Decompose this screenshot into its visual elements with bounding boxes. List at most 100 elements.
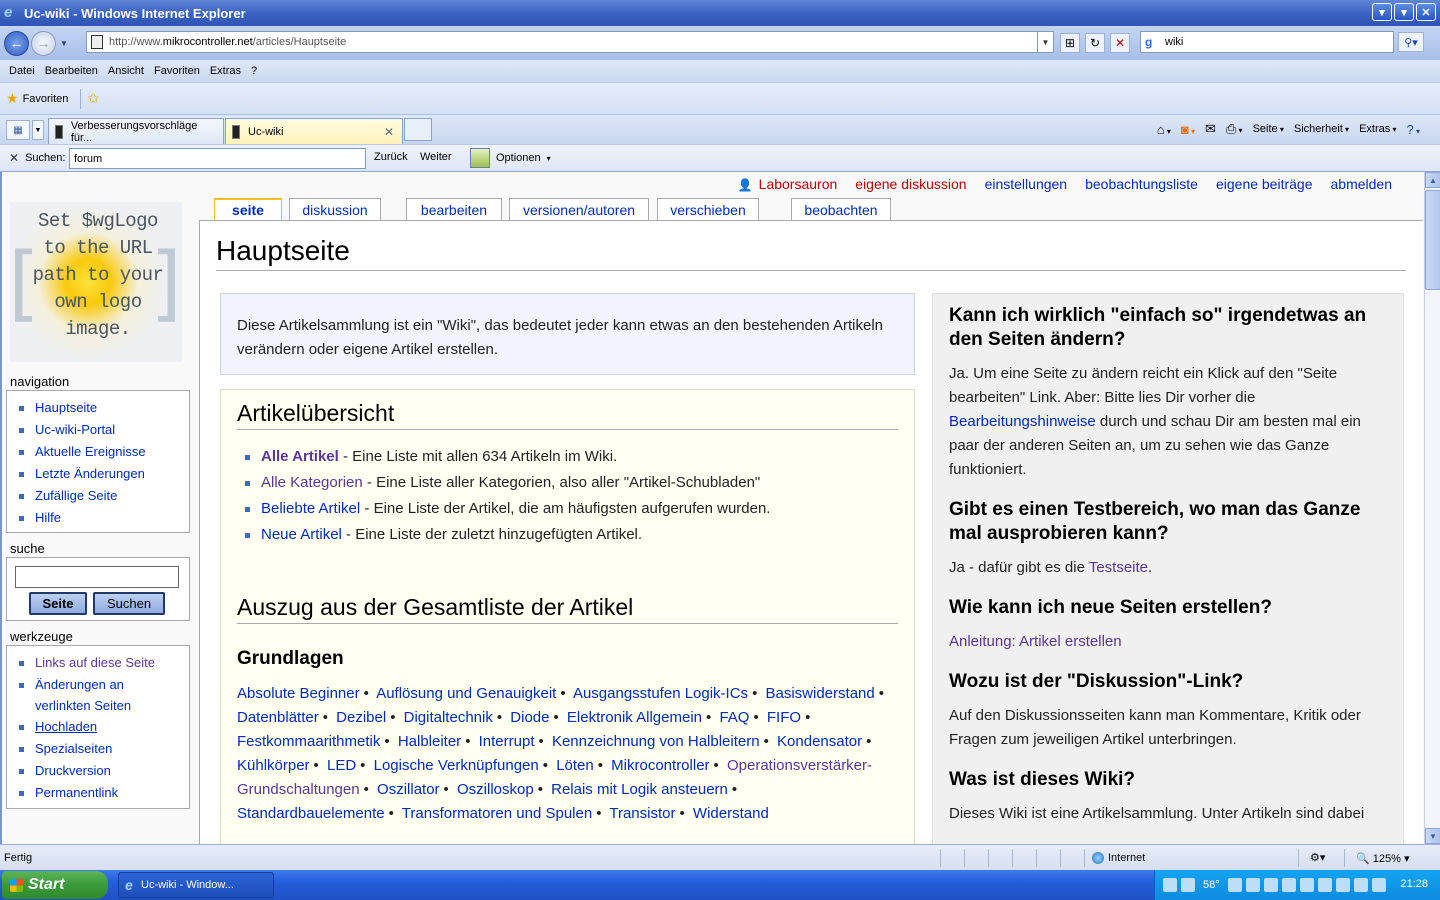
tray-icon[interactable] (1163, 878, 1177, 892)
zoom-level[interactable]: 🔍 125% ▾ (1356, 852, 1409, 865)
minimize-button[interactable]: ▾ (1372, 3, 1392, 21)
maximize-button[interactable]: ▾ (1394, 3, 1414, 21)
tray-icon[interactable] (1181, 878, 1195, 892)
article-link[interactable]: Basiswiderstand (766, 685, 875, 702)
security-menu[interactable]: Sicherheit (1294, 123, 1349, 135)
article-link[interactable]: Relais mit Logik ansteuern (551, 781, 728, 798)
favorites-button[interactable]: Favoriten (23, 93, 69, 105)
refresh-icon[interactable]: ↻ (1085, 33, 1105, 53)
scroll-thumb[interactable] (1425, 190, 1440, 290)
protected-mode-icon[interactable]: ⚙▾ (1310, 851, 1325, 864)
tab-diskussion[interactable]: diskussion (289, 198, 381, 220)
article-link[interactable]: Diode (510, 709, 549, 726)
article-link[interactable]: Datenblätter (237, 709, 319, 726)
tray-icon[interactable] (1335, 878, 1350, 892)
tab-bearbeiten[interactable]: bearbeiten (406, 198, 502, 220)
address-dropdown-icon[interactable]: ▼ (1037, 32, 1053, 52)
print-icon[interactable]: ⎙ (1226, 121, 1243, 137)
nav-aktuelle-ereignisse[interactable]: Aktuelle Ereignisse (19, 441, 189, 463)
editing-hints-link[interactable]: Bearbeitungshinweise (949, 413, 1096, 430)
article-link[interactable]: Widerstand (693, 805, 769, 822)
article-link[interactable]: LED (327, 757, 356, 774)
tool-print[interactable]: Druckversion (19, 760, 189, 782)
tab-verbesserungsvorschlaege[interactable]: Verbesserungsvorschläge für... (48, 118, 224, 145)
nav-portal[interactable]: Uc-wiki-Portal (19, 419, 189, 441)
stop-icon[interactable]: ✕ (1110, 33, 1130, 53)
tool-permalink[interactable]: Permanentlink (19, 782, 189, 804)
article-link[interactable]: Interrupt (479, 733, 535, 750)
security-zone[interactable]: Internet (1092, 852, 1145, 864)
find-next-button[interactable]: Weiter (420, 151, 452, 163)
feeds-icon[interactable]: ◙ (1181, 122, 1195, 137)
contributions-link[interactable]: eigene beiträge (1216, 176, 1313, 192)
create-article-link[interactable]: Anleitung: Artikel erstellen (949, 633, 1122, 650)
tab-beobachten[interactable]: beobachten (791, 198, 891, 220)
article-link[interactable]: Kühlkörper (237, 757, 310, 774)
tray-icon[interactable] (1281, 878, 1296, 892)
test-page-link[interactable]: Testseite (1089, 559, 1148, 576)
extras-menu[interactable]: Extras (1359, 123, 1396, 135)
help-icon[interactable]: ? (1407, 122, 1420, 137)
menu-extras[interactable]: Extras (205, 65, 246, 77)
tray-icon[interactable] (1299, 878, 1314, 892)
tool-upload[interactable]: Hochladen (19, 716, 189, 738)
address-input[interactable]: http://www. mikrocontroller.net/articles/… (86, 31, 1054, 53)
popular-articles-link[interactable]: Beliebte Artikel (261, 500, 360, 517)
find-options-button[interactable]: Optionen ▾ (470, 148, 551, 168)
taskbar-item-ie[interactable]: Uc-wiki - Window... (118, 872, 274, 898)
vertical-scrollbar[interactable]: ▲ ▼ (1424, 172, 1440, 844)
tab-uc-wiki[interactable]: Uc-wiki ✕ (225, 118, 403, 145)
article-link[interactable]: Oszillator (377, 781, 440, 798)
tool-specialpages[interactable]: Spezialseiten (19, 738, 189, 760)
nav-hauptseite[interactable]: Hauptseite (19, 397, 189, 419)
tab-list-dropdown-icon[interactable]: ▼ (32, 120, 44, 140)
user-page-link[interactable]: Laborsauron (738, 176, 838, 192)
article-link[interactable]: FAQ (719, 709, 749, 726)
search-icon[interactable]: ⚲▾ (1398, 32, 1424, 52)
logout-link[interactable]: abmelden (1331, 176, 1393, 192)
tab-versionen[interactable]: versionen/autoren (509, 198, 649, 220)
page-menu[interactable]: Seite (1253, 123, 1284, 135)
find-previous-button[interactable]: Zurück (374, 151, 408, 163)
article-link[interactable]: Mikrocontroller (611, 757, 709, 774)
tray-icon[interactable] (1245, 878, 1260, 892)
search-go-button[interactable]: Seite (29, 592, 87, 615)
menu-datei[interactable]: Datei (4, 65, 40, 77)
article-link[interactable]: Transistor (609, 805, 675, 822)
nav-letzte-aenderungen[interactable]: Letzte Änderungen (19, 463, 189, 485)
back-button[interactable]: ← (4, 30, 29, 56)
compat-icon[interactable]: ⊞ (1060, 33, 1080, 53)
preferences-link[interactable]: einstellungen (985, 176, 1068, 192)
menu-help[interactable]: ? (246, 65, 262, 77)
article-link[interactable]: Transformatoren und Spulen (402, 805, 592, 822)
start-button[interactable]: Start (2, 871, 108, 899)
tray-icon[interactable] (1227, 878, 1242, 892)
article-link[interactable]: Löten (556, 757, 594, 774)
tool-whatlinkshere[interactable]: Links auf diese Seite (19, 652, 189, 674)
scroll-up-icon[interactable]: ▲ (1425, 172, 1440, 188)
article-link[interactable]: Dezibel (336, 709, 386, 726)
find-input[interactable] (69, 148, 366, 169)
nav-hilfe[interactable]: Hilfe (19, 507, 189, 529)
new-tab-button[interactable] (404, 118, 432, 141)
new-articles-link[interactable]: Neue Artikel (261, 526, 342, 543)
menu-favoriten[interactable]: Favoriten (149, 65, 205, 77)
article-link[interactable]: Ausgangsstufen Logik-ICs (573, 685, 748, 702)
user-talk-link[interactable]: eigene diskussion (855, 176, 966, 192)
wiki-logo[interactable]: [ ] Set $wgLogo to the URL path to your … (8, 202, 182, 362)
nav-zufaellige-seite[interactable]: Zufällige Seite (19, 485, 189, 507)
tab-seite[interactable]: seite (214, 198, 282, 220)
article-link[interactable]: Auflösung und Genauigkeit (376, 685, 556, 702)
wiki-search-input[interactable] (15, 566, 179, 588)
tab-verschieben[interactable]: verschieben (657, 198, 759, 220)
close-find-icon[interactable]: ✕ (9, 151, 19, 165)
search-fulltext-button[interactable]: Suchen (93, 592, 165, 615)
article-link[interactable]: Absolute Beginner (237, 685, 360, 702)
forward-button[interactable]: → (31, 30, 56, 56)
article-link[interactable]: Festkommaarithmetik (237, 733, 380, 750)
article-link[interactable]: Elektronik Allgemein (567, 709, 702, 726)
tool-recentchangeslinked[interactable]: Änderungen an verlinkten Seiten (19, 674, 189, 716)
scroll-down-icon[interactable]: ▼ (1425, 828, 1440, 844)
article-link[interactable]: Logische Verknüpfungen (374, 757, 539, 774)
menu-ansicht[interactable]: Ansicht (103, 65, 149, 77)
